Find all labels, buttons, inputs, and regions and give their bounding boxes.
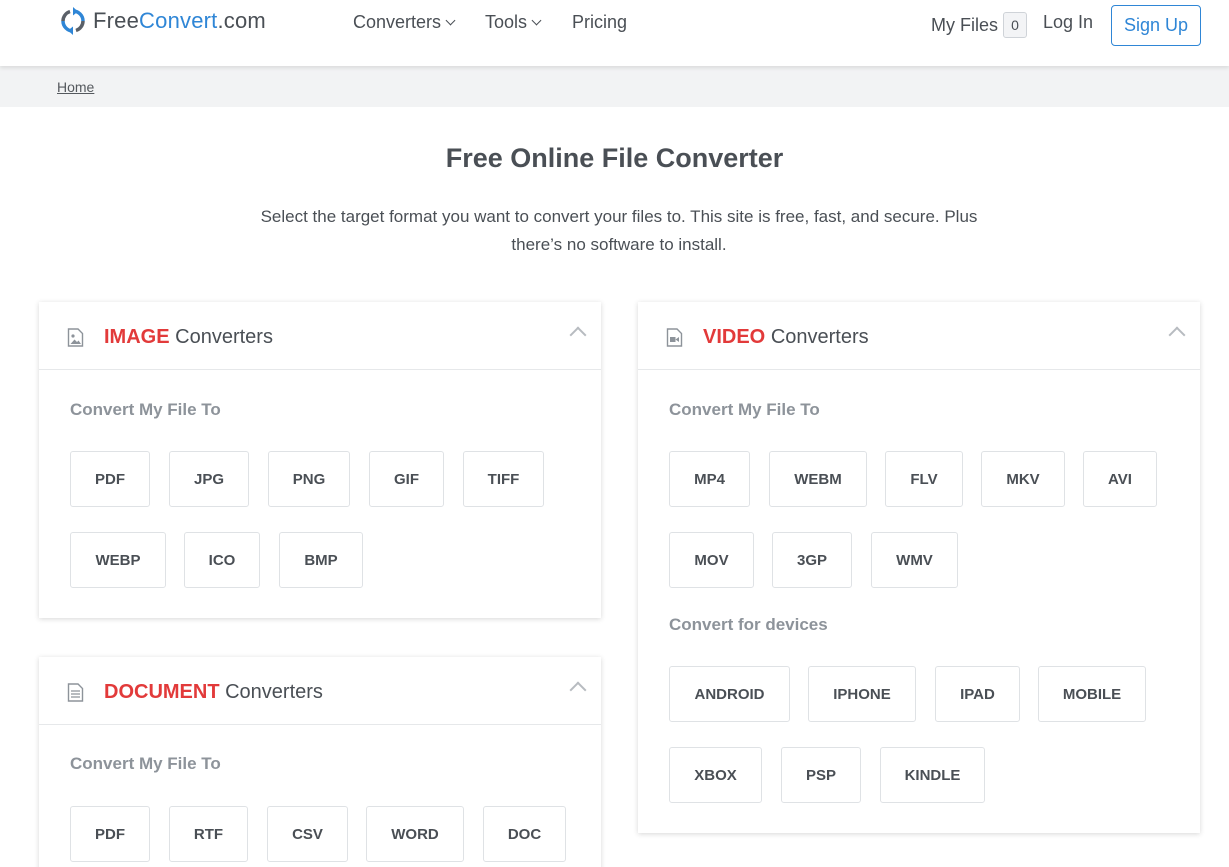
image-format-gif[interactable]: GIF <box>369 451 444 507</box>
my-files-label: My Files <box>931 14 998 35</box>
breadcrumb: Home <box>0 66 1229 107</box>
document-format-word[interactable]: WORD <box>366 806 464 862</box>
image-format-pdf[interactable]: PDF <box>70 451 150 507</box>
chevron-down-icon <box>531 15 542 26</box>
document-format-doc[interactable]: DOC <box>483 806 566 862</box>
device-psp[interactable]: PSP <box>781 747 861 803</box>
video-card-header[interactable]: VIDEO Converters <box>638 302 1200 370</box>
video-section-label: Convert My File To <box>669 400 820 419</box>
video-format-mov[interactable]: MOV <box>669 532 754 588</box>
document-file-icon <box>67 683 84 702</box>
document-converters-card: DOCUMENT Converters Convert My File To P… <box>39 657 601 867</box>
device-ipad[interactable]: IPAD <box>935 666 1020 722</box>
image-section-label: Convert My File To <box>70 400 221 419</box>
document-format-pdf[interactable]: PDF <box>70 806 150 862</box>
chevron-up-icon[interactable] <box>1168 326 1186 344</box>
document-card-title: DOCUMENT Converters <box>104 681 323 703</box>
nav-tools[interactable]: Tools <box>485 12 542 33</box>
document-format-csv[interactable]: CSV <box>267 806 348 862</box>
video-file-icon <box>666 328 683 347</box>
video-format-mp4[interactable]: MP4 <box>669 451 750 507</box>
page-subtitle: Select the target format you want to con… <box>260 207 978 254</box>
image-converters-card: IMAGE Converters Convert My File To PDF … <box>39 302 601 618</box>
device-xbox[interactable]: XBOX <box>669 747 762 803</box>
nav-converters[interactable]: Converters <box>353 12 456 33</box>
breadcrumb-home[interactable]: Home <box>57 79 94 95</box>
image-format-png[interactable]: PNG <box>268 451 350 507</box>
signup-button[interactable]: Sign Up <box>1111 5 1201 46</box>
device-mobile[interactable]: MOBILE <box>1038 666 1146 722</box>
video-card-title: VIDEO Converters <box>703 326 869 348</box>
image-file-icon <box>67 328 84 347</box>
image-format-ico[interactable]: ICO <box>184 532 260 588</box>
document-section-label: Convert My File To <box>70 754 221 773</box>
chevron-up-icon[interactable] <box>569 326 587 344</box>
image-card-header[interactable]: IMAGE Converters <box>39 302 601 370</box>
chevron-down-icon <box>445 15 456 26</box>
logo[interactable]: FreeConvert.com <box>59 4 266 38</box>
video-format-wmv[interactable]: WMV <box>871 532 958 588</box>
device-android[interactable]: ANDROID <box>669 666 790 722</box>
device-kindle[interactable]: KINDLE <box>880 747 985 803</box>
video-converters-card: VIDEO Converters Convert My File To MP4 … <box>638 302 1200 833</box>
document-card-header[interactable]: DOCUMENT Converters <box>39 657 601 725</box>
video-format-mkv[interactable]: MKV <box>981 451 1065 507</box>
chevron-up-icon[interactable] <box>569 681 587 699</box>
video-format-webm[interactable]: WEBM <box>769 451 867 507</box>
video-format-avi[interactable]: AVI <box>1083 451 1157 507</box>
login-link[interactable]: Log In <box>1043 12 1093 33</box>
logo-text: FreeConvert.com <box>93 8 266 33</box>
file-count-badge: 0 <box>1003 12 1027 38</box>
devices-section-label: Convert for devices <box>669 615 828 634</box>
login-label: Log In <box>1043 12 1094 32</box>
my-files-link[interactable]: My Files 0 <box>931 12 1027 38</box>
image-format-webp[interactable]: WEBP <box>70 532 166 588</box>
image-format-jpg[interactable]: JPG <box>169 451 249 507</box>
document-format-rtf[interactable]: RTF <box>169 806 248 862</box>
logo-icon <box>61 7 85 35</box>
nav-tools-label: Tools <box>485 12 528 32</box>
nav-pricing-label: Pricing <box>572 12 628 32</box>
site-header: FreeConvert.com Converters Tools Pricing… <box>0 0 1229 66</box>
video-format-3gp[interactable]: 3GP <box>772 532 852 588</box>
image-format-tiff[interactable]: TIFF <box>463 451 544 507</box>
page-title: Free Online File Converter <box>445 143 784 173</box>
image-card-title: IMAGE Converters <box>104 326 273 348</box>
device-iphone[interactable]: IPHONE <box>808 666 916 722</box>
nav-converters-label: Converters <box>353 12 442 32</box>
image-format-bmp[interactable]: BMP <box>279 532 363 588</box>
video-format-flv[interactable]: FLV <box>885 451 963 507</box>
nav-pricing[interactable]: Pricing <box>572 12 627 33</box>
